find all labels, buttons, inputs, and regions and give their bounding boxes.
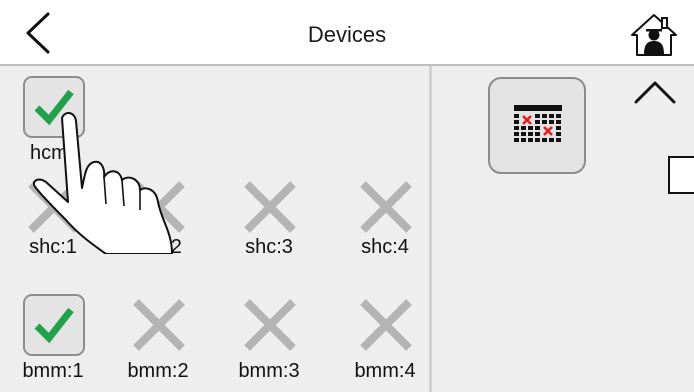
device-label: bmm:1 bbox=[22, 360, 84, 382]
device-label: bmm:3 bbox=[238, 360, 300, 382]
checkmark-icon bbox=[34, 307, 74, 344]
cross-icon bbox=[128, 176, 190, 238]
calendar-cross-icon bbox=[514, 105, 562, 142]
cross-icon bbox=[239, 294, 301, 356]
device-label: shc:4 bbox=[361, 236, 409, 258]
device-label: bmm:2 bbox=[127, 360, 189, 382]
device-label: shc:3 bbox=[245, 236, 293, 258]
device-label: shc:2 bbox=[134, 236, 182, 258]
device-label: bmm:4 bbox=[354, 360, 416, 382]
device-checkbox[interactable] bbox=[23, 294, 85, 356]
schedule-button[interactable] bbox=[488, 77, 586, 174]
home-user-icon bbox=[631, 14, 677, 56]
cross-icon bbox=[239, 176, 301, 238]
chevron-up-icon bbox=[634, 81, 676, 104]
checkbox-square[interactable] bbox=[668, 156, 694, 194]
page-title: Devices bbox=[307, 22, 387, 47]
back-button[interactable] bbox=[18, 10, 62, 56]
device-checkbox[interactable] bbox=[23, 76, 85, 138]
chevron-left-icon bbox=[26, 12, 50, 54]
devices-screen: Devices hcm shc:1 shc:2 shc:3 shc:4 bmm:1 bmm:… bbox=[0, 0, 694, 392]
device-label: shc:1 bbox=[29, 236, 77, 258]
device-grid-panel: hcm shc:1 shc:2 shc:3 shc:4 bmm:1 bmm:2 bmm:3 bm… bbox=[0, 66, 429, 392]
side-panel bbox=[432, 66, 694, 392]
cross-icon bbox=[23, 176, 85, 238]
device-label: hcm bbox=[30, 142, 68, 164]
header-bar: Devices bbox=[0, 0, 694, 66]
scroll-up-button[interactable] bbox=[632, 74, 678, 110]
checkmark-icon bbox=[34, 89, 74, 126]
cross-icon bbox=[355, 294, 417, 356]
home-button[interactable] bbox=[630, 13, 678, 57]
cross-icon bbox=[128, 294, 190, 356]
cross-icon bbox=[355, 176, 417, 238]
